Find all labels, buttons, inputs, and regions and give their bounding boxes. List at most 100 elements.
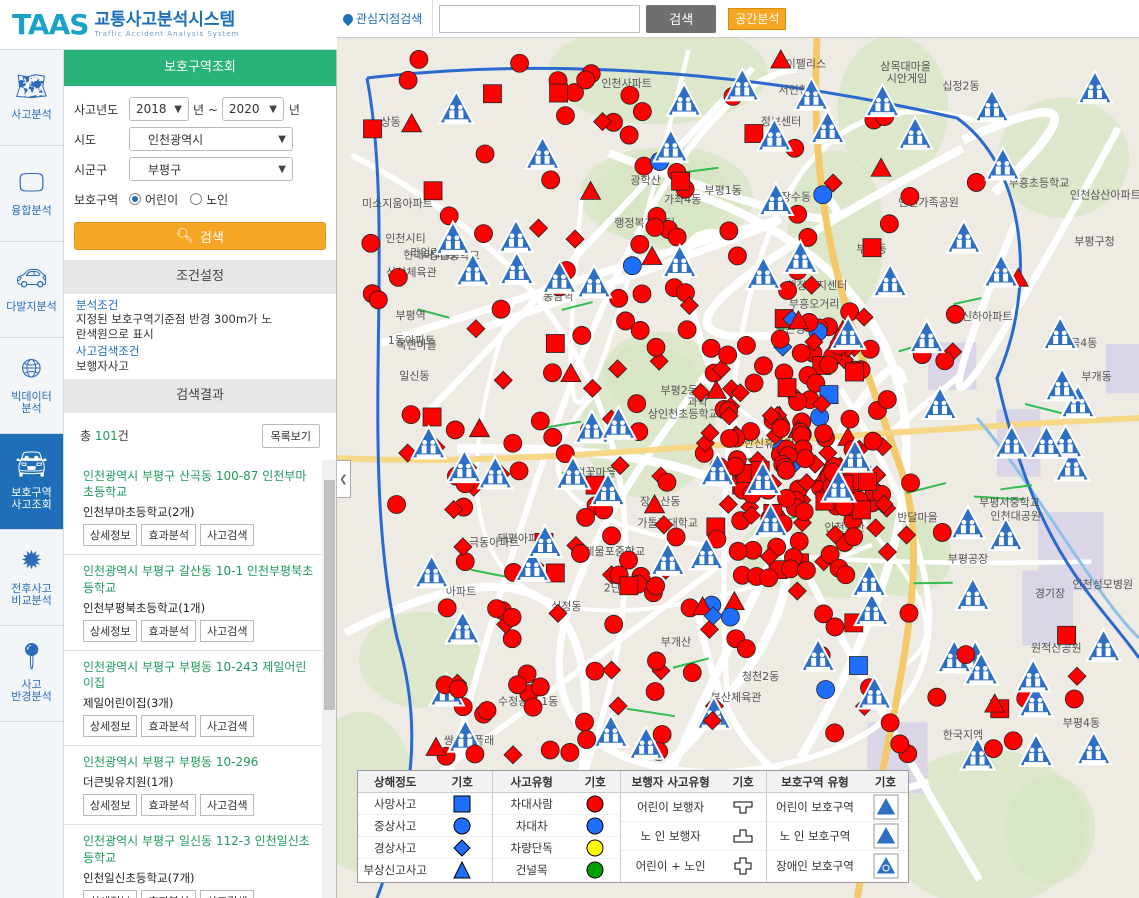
accident-circle-marker	[879, 214, 899, 234]
accident-square-marker	[845, 362, 864, 382]
zone-label: 보호구역	[74, 192, 119, 207]
chevron-down-icon: ▼	[174, 103, 182, 115]
map-place-label: 광학산	[630, 174, 660, 187]
nav-item-1[interactable]: 🖵︎ 융합분석	[0, 146, 63, 242]
result-item[interactable]: 인천광역시 부평구 부평동 10-296 더큰빛유치원(1개) 상세정보 효과분석 사고…	[64, 746, 322, 826]
accident-circle-marker	[966, 173, 986, 192]
result-address[interactable]: 인천광역시 부평구 일신동 112-3 인천일신초등학교	[83, 833, 314, 865]
result-name: 인천부평북초등학교(1개)	[83, 600, 206, 615]
result-item[interactable]: 인천광역시 부평구 갈산동 10-1 인천부평북초등학교인천부평북초등학교(1개…	[64, 555, 322, 651]
accident-circle-marker	[791, 343, 811, 363]
yellow-circle-icon	[570, 839, 620, 857]
map-place-label: 상인천초등학교	[648, 407, 719, 421]
accident-circle-marker	[576, 70, 596, 90]
nav-item-0[interactable]: 🗺︎ 사고분석	[0, 50, 63, 146]
map-place-label: 부평공장	[948, 553, 988, 566]
result-scrollbar[interactable]	[322, 460, 336, 898]
accident-circle-marker	[718, 345, 738, 365]
result-btn-1[interactable]: 효과분석	[141, 524, 196, 547]
list-view-button[interactable]: 목록보기	[261, 423, 320, 448]
result-address[interactable]: 인천광역시 부평구 산곡동 100-87 인천부마초등학교	[83, 468, 314, 500]
accident-circle-marker	[604, 614, 624, 634]
nav-item-2[interactable]: 🚗︎ 다발지분석	[0, 242, 63, 338]
cond-analysis-text: 지정된 보호구역기준점 반경 300m가 노란색원으로 표시	[76, 312, 272, 341]
result-btn-0[interactable]: 상세정보	[83, 794, 138, 817]
accident-circle-marker	[540, 740, 560, 760]
spatial-analysis-button[interactable]: 공간분석	[728, 7, 787, 30]
result-item[interactable]: 인천광역시 부평구 일신동 112-3 인천일신초등학교 인천일신초등학교(7개)…	[64, 825, 322, 898]
accident-circle-marker	[720, 429, 739, 448]
zone-radio-elder[interactable]: 노인	[190, 191, 228, 208]
map-place-label: 시안게임	[887, 72, 927, 85]
year-from-select[interactable]: 2018 ▼	[129, 97, 189, 121]
result-btn-2[interactable]: 사고검색	[199, 619, 255, 642]
accident-square-marker	[849, 656, 868, 675]
results-header: 검색결과	[64, 378, 336, 413]
map-place-label: 인천삼산아파트	[1070, 188, 1139, 202]
result-item[interactable]: 인천광역시 부평구 부평동 10-243 제일어린이집 제일어린이집(3개) 상세정…	[64, 651, 322, 747]
map-view[interactable]: 서인천인천시티장수산동원적산공원쌍용더플래한국지엠부평공장청천2동부평구청제이팰…	[337, 38, 1139, 898]
accident-square-marker	[852, 500, 871, 520]
diamond-icon	[432, 838, 492, 857]
legend-severity: 상해정도 기호 사망사고 중상사고 경상사고 부상신고사고	[358, 771, 493, 882]
search-icon: 🔍︎	[176, 228, 194, 244]
accident-circle-marker	[720, 607, 740, 627]
nav-item-4[interactable]: 🚘︎ 보호구역 사고조회	[0, 434, 63, 530]
result-btn-1[interactable]: 효과분석	[141, 794, 196, 817]
result-btn-1[interactable]: 효과분석	[141, 619, 196, 642]
year-label: 사고년도	[74, 102, 119, 117]
sido-select[interactable]: 인천광역시 ▼	[129, 127, 293, 151]
year-to-select[interactable]: 2020 ▼	[221, 97, 284, 121]
accident-circle-marker	[632, 284, 652, 304]
result-btn-1[interactable]: 효과분석	[141, 715, 196, 738]
taas-app: TAAS 교통사고분석시스템 Traffic Accident Analysis…	[0, 0, 1139, 898]
result-btn-1[interactable]: 효과분석	[141, 889, 196, 898]
map-place-label: 부흥오거리	[789, 296, 840, 310]
zone-radio-child[interactable]: 어린이	[129, 191, 178, 208]
accident-circle-marker	[439, 206, 459, 226]
car-crash-icon: 🚗︎	[14, 264, 48, 295]
accident-circle-marker	[465, 744, 485, 764]
result-btn-2[interactable]: 사고검색	[199, 889, 255, 898]
nav-item-5[interactable]: ✹ 전후사고 비교분석	[0, 530, 63, 626]
accident-circle-marker	[361, 233, 381, 253]
result-address[interactable]: 인천광역시 부평구 갈산동 10-1 인천부평북초등학교	[83, 563, 314, 595]
nav-item-3[interactable]: 🌐︎ 빅데이터 분석	[0, 338, 63, 434]
accident-circle-marker	[927, 687, 947, 707]
result-btn-0[interactable]: 상세정보	[83, 524, 138, 547]
accident-circle-marker	[666, 527, 686, 547]
sigungu-row: 시군구 부평구 ▼	[64, 154, 336, 184]
result-btn-0[interactable]: 상세정보	[83, 715, 138, 738]
accident-circle-marker	[474, 224, 493, 244]
scrollbar-thumb[interactable]	[324, 480, 335, 710]
panel-search-button[interactable]: 🔍︎ 검색	[74, 222, 326, 250]
poi-search-input[interactable]	[439, 4, 641, 33]
sigungu-select[interactable]: 부평구 ▼	[129, 157, 293, 181]
result-btn-2[interactable]: 사고검색	[199, 794, 255, 817]
result-btn-2[interactable]: 사고검색	[199, 524, 255, 547]
accident-circle-marker	[759, 568, 779, 588]
result-total: 총 101건	[80, 429, 129, 444]
poi-search-button[interactable]: 검색	[646, 4, 717, 33]
result-address[interactable]: 인천광역시 부평구 부평동 10-296	[83, 754, 314, 770]
result-actions: 상세정보효과분석사고검색	[83, 889, 314, 898]
result-btn-2[interactable]: 사고검색	[199, 715, 255, 738]
accident-circle-marker	[840, 409, 860, 429]
panel-collapse-toggle[interactable]: ❮	[337, 460, 351, 498]
result-item[interactable]: 인천광역시 부평구 산곡동 100-87 인천부마초등학교 인천부마초등학교(2개…	[64, 460, 322, 556]
accident-circle-marker	[657, 472, 677, 492]
map-canvas[interactable]: 서인천인천시티장수산동원적산공원쌍용더플래한국지엠부평공장청천2동부평구청제이팰…	[337, 38, 1139, 898]
accident-circle-marker	[794, 502, 814, 522]
accident-square-marker	[777, 378, 797, 398]
year-from-suffix: 년 ~	[193, 102, 218, 117]
radio-empty-icon	[190, 193, 203, 205]
accident-circle-marker	[770, 329, 790, 349]
result-actions: 상세정보효과분석사고검색	[83, 715, 314, 738]
map-place-label: 부평2동	[660, 384, 697, 397]
result-btn-0[interactable]: 상세정보	[83, 889, 138, 898]
brand-header[interactable]: TAAS 교통사고분석시스템 Traffic Accident Analysis…	[0, 0, 337, 50]
result-address[interactable]: 인천광역시 부평구 부평동 10-243 제일어린이집	[83, 659, 314, 691]
chevron-down-icon: ▼	[269, 103, 277, 115]
result-btn-0[interactable]: 상세정보	[83, 619, 138, 642]
nav-item-6[interactable]: 📍︎ 사고 반경분석	[0, 626, 63, 722]
